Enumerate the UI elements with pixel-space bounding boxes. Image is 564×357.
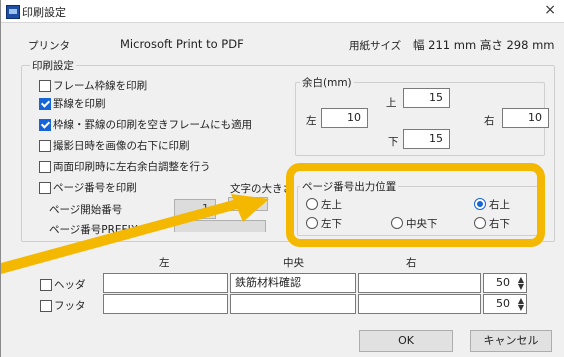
- annotation-arrow-icon: [1, 194, 269, 274]
- print-settings-dialog: 印刷設定 × プリンタ Microsoft Print to PDF 用紙サイズ…: [0, 0, 564, 357]
